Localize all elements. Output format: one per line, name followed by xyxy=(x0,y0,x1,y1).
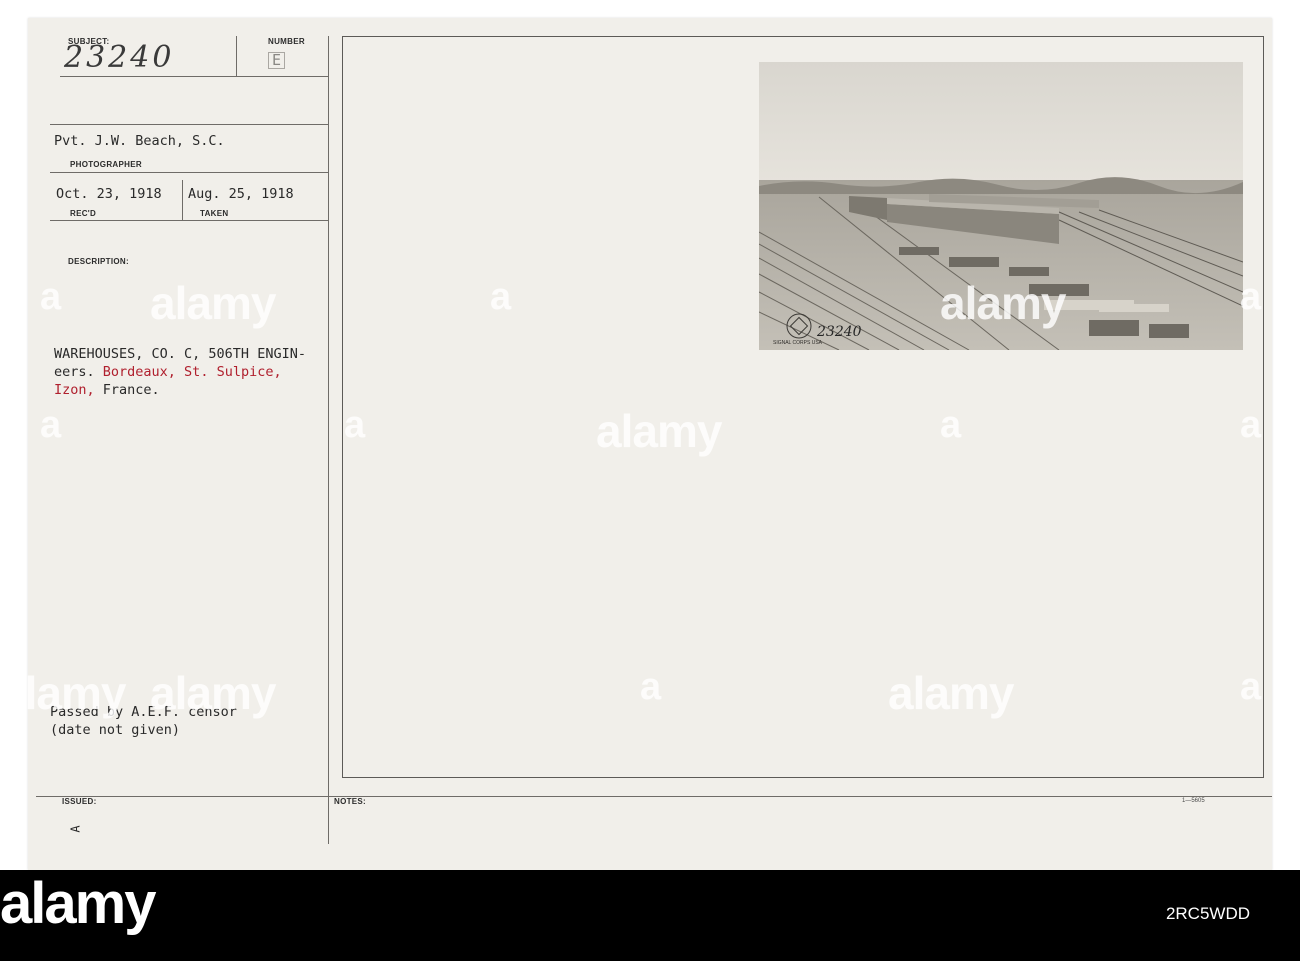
notes-label: NOTES: xyxy=(334,797,367,806)
photographer-label: PHOTOGRAPHER xyxy=(70,160,142,169)
description-label: DESCRIPTION: xyxy=(68,257,129,266)
issued-label: ISSUED: xyxy=(62,797,97,806)
photo-stamp-text: SIGNAL CORPS USA xyxy=(773,340,822,346)
rule-dates xyxy=(50,220,328,221)
watermark-short-9: a xyxy=(1240,666,1262,708)
rule-subject xyxy=(60,76,328,77)
subject-value: 23240 xyxy=(64,40,175,75)
watermark-short-5: a xyxy=(344,404,366,446)
watermark-short-4: a xyxy=(40,404,62,446)
watermark-short-3: a xyxy=(1240,276,1262,318)
watermark-brand-4: alamy xyxy=(888,667,1014,719)
watermark-brand-5: alamy xyxy=(940,277,1066,329)
description-line-2-start: eers. xyxy=(54,364,103,380)
location-izon: Izon, xyxy=(54,382,95,398)
taken-label: TAKEN xyxy=(200,209,229,218)
watermark-short-8: a xyxy=(640,666,662,708)
issued-mark: A xyxy=(68,825,83,833)
watermark-short-6: a xyxy=(940,404,962,446)
form-code: 1—5605 xyxy=(1182,798,1205,804)
taken-date: Aug. 25, 1918 xyxy=(188,186,294,202)
watermark-brand-2: alamy xyxy=(596,405,722,457)
censor-line-2: (date not given) xyxy=(50,722,181,738)
divider-recd-taken xyxy=(182,180,183,220)
description-line-2: eers. Bordeaux, St. Sulpice, xyxy=(54,364,282,380)
received-label: REC'D xyxy=(70,209,97,218)
watermark-short-2: a xyxy=(490,276,512,318)
description-line-3-end: France. xyxy=(94,382,160,398)
watermark-short-7: a xyxy=(1240,404,1262,446)
card-column-divider xyxy=(328,36,329,844)
received-date: Oct. 23, 1918 xyxy=(56,186,162,202)
footer-strip: alamy 2RC5WDD xyxy=(0,870,1300,961)
footer-image-code: 2RC5WDD xyxy=(1165,904,1250,923)
rule-photographer xyxy=(50,172,328,173)
divider-subject-number xyxy=(236,36,237,76)
location-bordeaux: Bordeaux, St. Sulpice, xyxy=(102,364,282,380)
rule-issued xyxy=(36,796,1272,797)
number-value: E xyxy=(268,52,286,69)
watermark-brand-6: alamy xyxy=(0,667,126,719)
photo-stamp-number: 23240 xyxy=(817,324,862,340)
photographer-name: Pvt. J.W. Beach, S.C. xyxy=(54,133,225,149)
watermark-short-1: a xyxy=(40,276,62,318)
watermark-brand-3: alamy xyxy=(150,667,276,719)
rule-top-photographer xyxy=(50,124,328,125)
description-line-3: Izon, France. xyxy=(54,382,160,398)
watermark-brand-1: alamy xyxy=(150,277,276,329)
footer-brand-logo[interactable]: alamy xyxy=(0,870,156,937)
description-line-1: WAREHOUSES, CO. C, 506TH ENGIN- xyxy=(54,346,306,362)
number-label: NUMBER xyxy=(268,37,305,46)
